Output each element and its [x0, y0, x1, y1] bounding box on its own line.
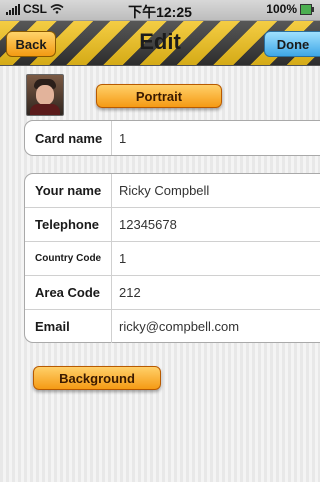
card-name-row[interactable]: Card name 1 [25, 121, 320, 155]
card-name-label: Card name [35, 130, 103, 146]
your-name-label: Your name [35, 183, 102, 198]
contact-details-group: Your name Ricky Compbell Telephone 12345… [24, 173, 320, 343]
telephone-label: Telephone [35, 217, 100, 232]
telephone-field[interactable]: 12345678 [119, 208, 177, 241]
area-code-label: Area Code [35, 285, 101, 300]
card-name-field[interactable]: 1 [119, 121, 126, 155]
your-name-field[interactable]: Ricky Compbell [119, 174, 209, 207]
country-code-row[interactable]: Country Code 1 [25, 242, 320, 276]
email-field[interactable]: ricky@compbell.com [119, 310, 239, 343]
telephone-row[interactable]: Telephone 12345678 [25, 208, 320, 242]
portrait-button[interactable]: Portrait [96, 84, 222, 108]
country-code-field[interactable]: 1 [119, 242, 126, 275]
area-code-field[interactable]: 212 [119, 276, 141, 309]
country-code-label: Country Code [35, 253, 102, 264]
done-button[interactable]: Done [264, 31, 320, 57]
email-label: Email [35, 319, 70, 334]
card-name-group: Card name 1 [24, 120, 320, 156]
edit-screen: CSL 下午12:25 100% Back Edit Done Portrait… [0, 0, 320, 482]
battery-percent: 100% [266, 2, 297, 16]
area-code-row[interactable]: Area Code 212 [25, 276, 320, 310]
status-bar: CSL 下午12:25 100% [0, 0, 320, 21]
navigation-bar: Back Edit Done [0, 21, 320, 66]
email-row[interactable]: Email ricky@compbell.com [25, 310, 320, 343]
battery-icon [300, 3, 314, 15]
your-name-row[interactable]: Your name Ricky Compbell [25, 174, 320, 208]
avatar[interactable] [26, 74, 64, 116]
status-right: 100% [266, 2, 314, 16]
background-button[interactable]: Background [33, 366, 161, 390]
